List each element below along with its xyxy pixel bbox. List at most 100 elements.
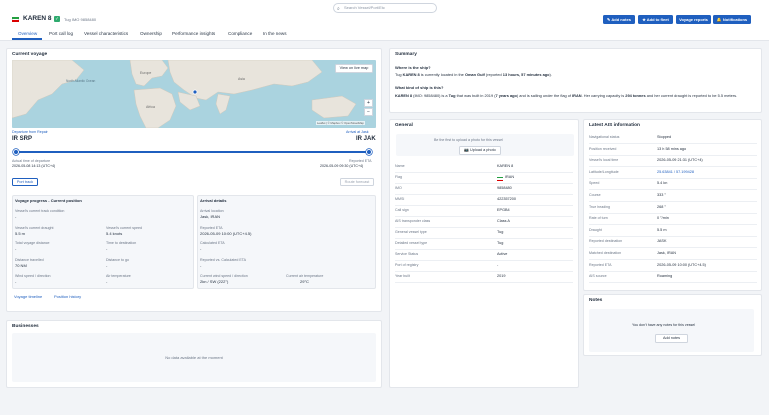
row-divider [589,212,757,214]
top-bar: ⌕ Search Vessel/Port/Etc KAREN 8 ✓ Tug I… [0,0,769,41]
ais-row-label: Draught [589,227,602,232]
camera-icon: 📷 [464,148,469,152]
wind-value: - [15,279,17,284]
tab-port-call-log[interactable]: Port call log [49,28,73,39]
port-track-button[interactable]: Port track [12,178,38,186]
row-divider [589,166,757,167]
voyage-timeline-link[interactable]: Voyage timeline [14,294,42,299]
map-label-asia: Asia [238,77,245,81]
lat-lon-link[interactable]: 25.63841 / 57.199428 [657,170,694,174]
voyage-progress-bar [15,151,370,153]
time-to-destination-value: - [106,246,108,251]
summary-answer-type: KAREN 8 (IMO: 9858480) is a Tug that was… [395,93,738,98]
distance-to-go-label: Distance to go [106,258,129,262]
general-row-value: 9858480 [497,186,512,190]
search-input[interactable]: ⌕ Search Vessel/Port/Etc [333,3,437,13]
search-icon: ⌕ [337,6,340,12]
row-divider [589,235,757,237]
zoom-in-button[interactable]: + [364,99,373,107]
ais-row-value: 13 h 58 mins ago [657,146,687,151]
tab-ownership[interactable]: Ownership [140,28,162,39]
summary-answer-location: Tug KAREN 8 is currently located in the … [395,72,552,77]
ais-row-value: 5.5 m [657,227,667,232]
view-on-live-map-button[interactable]: View on live map [335,64,373,73]
route-forecast-button[interactable]: Route forecast [340,178,374,186]
calculated-eta-value: - [200,246,202,251]
upload-photo-button[interactable]: 📷 Upload a photo [459,146,501,155]
general-row-label: Flag [395,175,402,179]
ais-row-value: 2026-05-09 21:31 (UTC+4) [657,158,703,163]
general-row-label: Call sign [395,208,409,212]
voyage-reports-button[interactable]: Voyage reports [676,15,711,24]
voyage-map[interactable]: North Atlantic Ocean Europe Africa Asia [12,60,376,128]
general-row-label: Name [395,164,405,168]
position-history-link[interactable]: Position history [54,294,81,299]
air-temp-value: - [106,279,108,284]
time-to-destination-label: Time to destination [106,241,137,245]
row-divider [395,238,573,239]
general-row-label: General vessel type [395,230,427,234]
tab-compliance[interactable]: Compliance [228,28,252,39]
tab-in-the-news[interactable]: In the news [263,28,287,39]
active-tab-underline [12,38,42,40]
general-row-label: IMO [395,186,402,190]
ais-row-value: 2026-05-09 10:00 (UTC+4.5) [657,262,706,267]
summary-title: Summary [395,52,417,57]
total-distance-label: Total voyage distance [15,241,50,245]
ais-row-label: Speed [589,181,600,186]
ais-row-label: Position received [589,146,617,151]
general-row-value: EPGB4 [497,208,510,212]
add-notes-button[interactable]: ✎ Add notes [603,15,635,24]
departure-port-code: IR SRP [12,136,33,142]
search-placeholder: Search Vessel/Port/Etc [344,5,385,10]
air-temp-label: Air temperature [106,274,131,278]
africa-land [133,87,177,128]
current-voyage-title: Current voyage [12,52,48,57]
ais-title: Latest AIS information [589,123,640,128]
notes-empty-text: You don't have any notes for this vessel [632,323,696,327]
general-row-value: IRAN [505,175,515,179]
photo-placeholder-text: Be the first to upload a photo for this … [434,138,503,142]
general-row-label: Year built [395,274,410,278]
row-divider [589,270,757,272]
row-divider [395,172,573,173]
eta-label: Reported ETA [349,159,372,163]
add-notes-inline-button[interactable]: Add notes [655,334,688,343]
zoom-out-button[interactable]: − [364,108,373,116]
arrival-location-label: Arrival location [200,209,224,213]
track-condition-value: - [15,214,17,219]
businesses-title: Businesses [12,324,39,329]
map-label-africa: Africa [146,105,155,109]
eta-value: 2026-05-09 09:30 (UTC+4) [320,164,364,168]
current-air-temp-value: 29°C [300,279,309,284]
track-condition-label: Vessel's current track condition [15,209,65,213]
general-row-value: KAREN 8 [497,164,514,168]
row-divider [589,201,757,202]
voyage-progress-title: Voyage progress - Current position [15,198,82,203]
vessel-position-marker[interactable] [192,89,198,95]
notifications-button[interactable]: 🔔 Notifications [713,15,751,24]
distance-travelled-label: Distance travelled [15,258,44,262]
ais-row-label: True heading [589,204,611,209]
ais-row-label: Matched destination [589,251,622,255]
departure-label: Departure from Repair [12,130,48,134]
atd-label: Actual time of departure [12,159,51,163]
ais-row-label: Reported destination [589,239,623,244]
tab-vessel-characteristics[interactable]: Vessel characteristics [84,28,128,39]
notes-title: Notes [589,298,603,303]
ais-row-value: Jask, IRAN [657,251,676,255]
current-wind-label: Current wind speed / direction [200,274,248,278]
general-row-value: Tug [497,241,504,245]
vessel-page: ⌕ Search Vessel/Port/Etc KAREN 8 ✓ Tug I… [0,0,769,415]
add-to-fleet-button[interactable]: ★ Add to fleet [638,15,673,24]
summary-card [389,48,762,113]
vessel-progress-dot [366,149,372,155]
row-divider [589,247,757,248]
row-divider [589,189,757,190]
row-divider [395,183,573,184]
atd-value: 2026-05-08 14:13 (UTC+4) [12,164,56,168]
tab-performance-insights[interactable]: Performance insights [172,28,215,39]
americas-land [12,60,85,119]
iran-flag-icon-small [497,177,503,181]
arrival-details-title: Arrival details [200,198,227,203]
